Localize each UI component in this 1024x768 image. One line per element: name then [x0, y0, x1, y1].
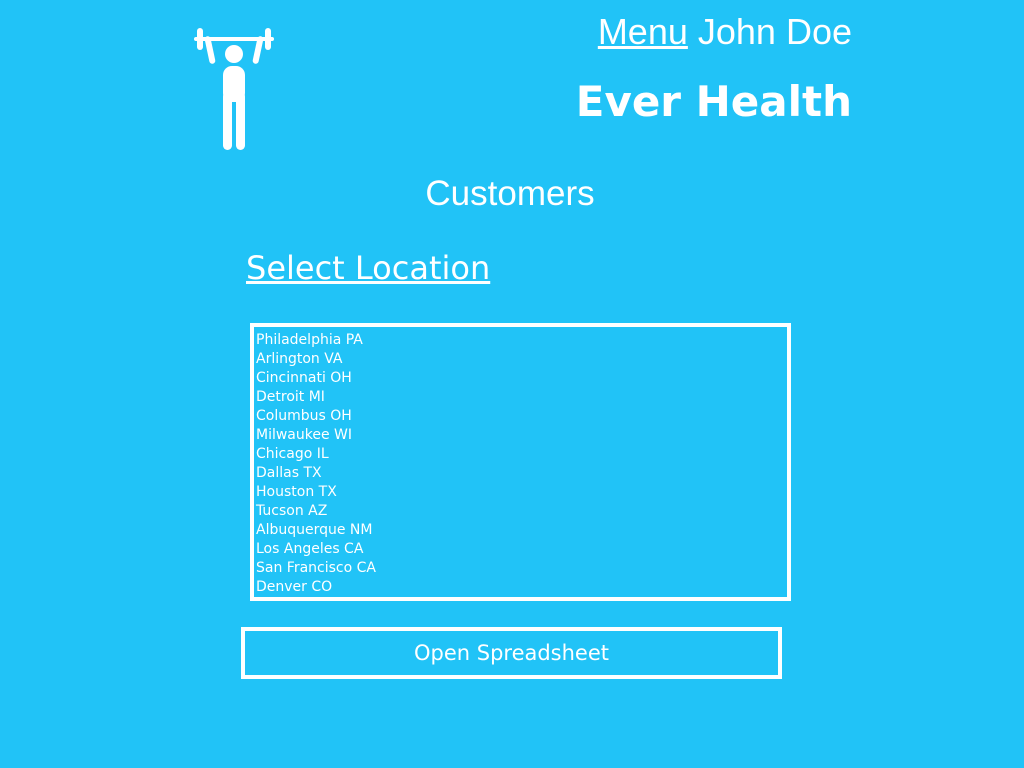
open-spreadsheet-button[interactable]: Open Spreadsheet: [241, 627, 782, 679]
location-option[interactable]: Tucson AZ: [256, 502, 787, 521]
location-option[interactable]: Houston TX: [256, 483, 787, 502]
location-option[interactable]: Dallas TX: [256, 464, 787, 483]
location-option[interactable]: Columbus OH: [256, 407, 787, 426]
location-option[interactable]: Cincinnati OH: [256, 369, 787, 388]
location-option[interactable]: Detroit MI: [256, 388, 787, 407]
location-option[interactable]: San Francisco CA: [256, 559, 787, 578]
location-option[interactable]: Los Angeles CA: [256, 540, 787, 559]
location-option[interactable]: Chicago IL: [256, 445, 787, 464]
location-listbox[interactable]: Philadelphia PA Arlington VA Cincinnati OH…: [250, 323, 791, 601]
page: Menu John Doe Ever Health Customers Sele…: [0, 0, 1024, 768]
location-option[interactable]: Arlington VA: [256, 350, 787, 369]
weightlifter-icon: [194, 28, 274, 150]
location-option[interactable]: Denver CO: [256, 578, 787, 597]
menu-link[interactable]: Menu: [598, 11, 688, 52]
select-location-link[interactable]: Select Location: [246, 246, 490, 290]
location-option[interactable]: Philadelphia PA: [256, 331, 787, 350]
location-option[interactable]: Milwaukee WI: [256, 426, 787, 445]
brand-name: Ever Health: [575, 77, 852, 126]
top-nav: Menu John Doe: [598, 12, 852, 52]
user-name: John Doe: [697, 11, 852, 52]
location-option[interactable]: Albuquerque NM: [256, 521, 787, 540]
page-title: Customers: [425, 174, 595, 213]
